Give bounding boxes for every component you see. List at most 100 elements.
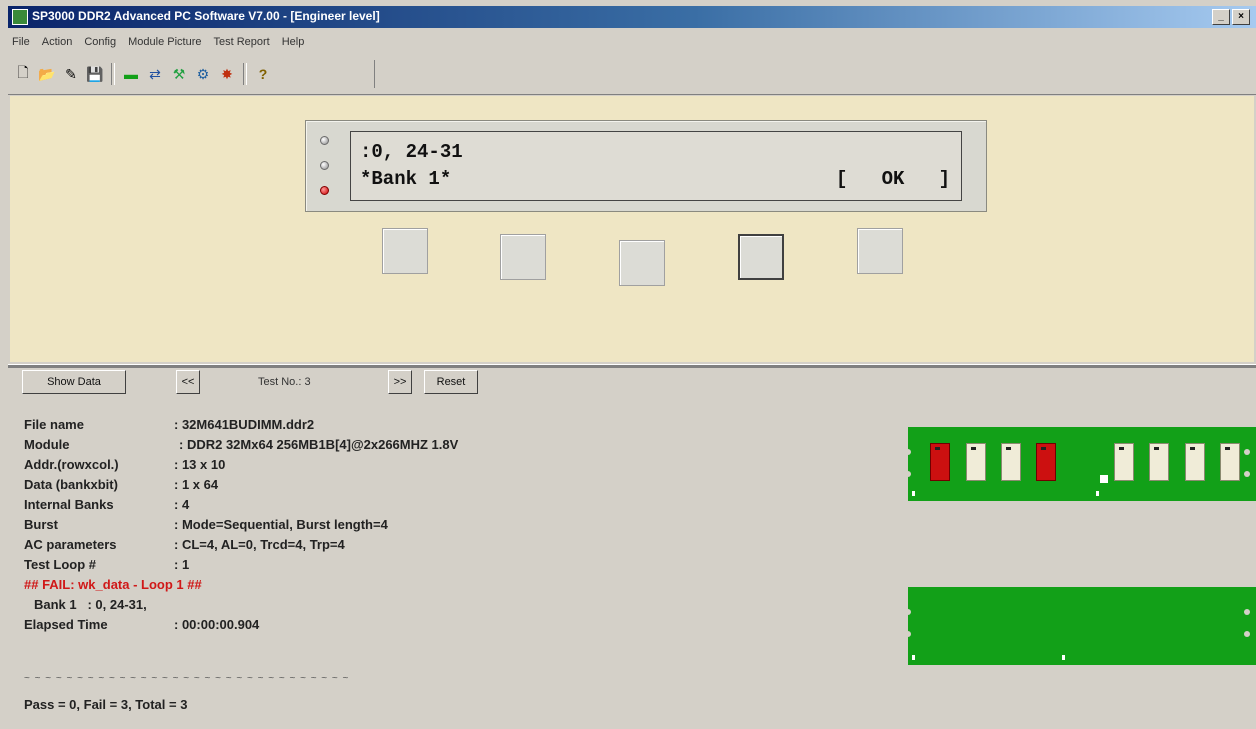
info-row-elapsed-time: Elapsed Time : 00:00:00.904	[24, 615, 259, 635]
led-2-icon	[320, 161, 329, 170]
window-controls: _ ×	[1212, 9, 1250, 25]
info-row-data: Data (bankxbit) : 1 x 64	[24, 475, 218, 495]
save-icon[interactable]: 💾	[84, 63, 106, 85]
info-label: AC parameters	[24, 537, 117, 552]
info-label: Module	[24, 437, 70, 452]
lcd-line-1: :0, 24-31	[360, 141, 463, 163]
edge-marker	[1062, 655, 1065, 660]
dimm-module-back[interactable]	[905, 587, 1256, 665]
lcd-ok-indicator: [ OK ]	[835, 168, 950, 190]
memory-chip-u8[interactable]	[1220, 443, 1240, 481]
led-1-icon	[320, 136, 329, 145]
run-icon[interactable]: ✸	[216, 63, 238, 85]
info-row-internal-banks: Internal Banks : 4	[24, 495, 202, 515]
info-value: : 00:00:00.904	[174, 617, 260, 632]
info-value: : Mode=Sequential, Burst length=4	[174, 517, 388, 532]
edit-icon[interactable]: ✎	[60, 63, 82, 85]
device-key-1[interactable]	[382, 228, 428, 274]
memory-chip-u7[interactable]	[1185, 443, 1205, 481]
info-value: : 32M641BUDIMM.ddr2	[174, 417, 315, 432]
info-label: Data (bankxbit)	[24, 477, 118, 492]
reset-button[interactable]: Reset	[424, 370, 478, 394]
edge-marker	[912, 655, 915, 660]
app-icon	[12, 9, 28, 25]
info-label: Elapsed Time	[24, 617, 108, 632]
memory-chip-u5[interactable]	[1114, 443, 1134, 481]
window-title: SP3000 DDR2 Advanced PC Software V7.00 -…	[32, 9, 380, 23]
help-icon[interactable]: ?	[252, 63, 274, 85]
module-notch	[1244, 609, 1250, 615]
test-number: Test No.: 3	[258, 376, 311, 388]
new-file-icon[interactable]: 🗋	[12, 63, 34, 85]
module-notch	[905, 471, 911, 477]
fail-message: ## FAIL: wk_data - Loop 1 ##	[24, 577, 202, 592]
module-notch	[905, 609, 911, 615]
info-row-ac-parameters: AC parameters : CL=4, AL=0, Trcd=4, Trp=4	[24, 535, 345, 555]
toolbar: 🗋 📂 ✎ 💾 ▬ ⇄ ⚒ ⚙ ✸ ?	[12, 60, 375, 88]
info-value: : CL=4, AL=0, Trcd=4, Trp=4	[174, 537, 345, 552]
info-row-test-loop: Test Loop # : 1	[24, 555, 202, 575]
separator-line: ~ ~ ~ ~ ~ ~ ~ ~ ~ ~ ~ ~ ~ ~ ~ ~ ~ ~ ~ ~ …	[24, 673, 350, 684]
menu-module-picture[interactable]: Module Picture	[128, 36, 201, 54]
info-row-module: Module : DDR2 32Mx64 256MB1B[4]@2x266MHZ …	[24, 435, 458, 455]
minimize-button[interactable]: _	[1212, 9, 1230, 25]
menu-test-report[interactable]: Test Report	[213, 36, 269, 54]
info-value: : 1	[174, 557, 190, 572]
device-key-2[interactable]	[500, 234, 546, 280]
dimm-module-front[interactable]	[905, 427, 1256, 501]
info-row-file-name: File name : 32M641BUDIMM.ddr2	[24, 415, 314, 435]
toolbar-separator	[111, 63, 115, 85]
lcd-screen: :0, 24-31 *Bank 1* [ OK ]	[350, 131, 962, 201]
menu-bar: File Action Config Module Picture Test R…	[12, 36, 304, 54]
info-label: Addr.(rowxcol.)	[24, 457, 119, 472]
info-row-burst: Burst : Mode=Sequential, Burst length=4	[24, 515, 388, 535]
device-key-4[interactable]	[738, 234, 784, 280]
info-value: : 13 x 10	[174, 457, 226, 472]
module-icon[interactable]: ▬	[120, 63, 142, 85]
module-notch	[1244, 631, 1250, 637]
module-notch	[1244, 449, 1250, 455]
module-notch	[905, 449, 911, 455]
panel-splitter[interactable]	[8, 364, 1256, 368]
memory-chip-u4[interactable]	[1036, 443, 1056, 481]
bank-failure-line: Bank 1 : 0, 24-31,	[34, 597, 147, 612]
menu-config[interactable]: Config	[84, 36, 116, 54]
spd-chip	[1100, 475, 1108, 483]
settings-icon[interactable]: ⚙	[192, 63, 214, 85]
info-value: : 4	[174, 497, 190, 512]
edge-marker	[912, 491, 915, 496]
title-bar: SP3000 DDR2 Advanced PC Software V7.00 -…	[8, 6, 1256, 28]
led-3-icon	[320, 186, 329, 195]
transfer-icon[interactable]: ⇄	[144, 63, 166, 85]
info-value: : 1 x 64	[174, 477, 219, 492]
divider	[8, 94, 1256, 95]
test-info: File name : 32M641BUDIMM.ddr2 Module : DDR…	[24, 415, 458, 635]
device-key-5[interactable]	[857, 228, 903, 274]
info-value: : DDR2 32Mx64 256MB1B[4]@2x266MHZ 1.8V	[179, 437, 459, 452]
memory-chip-u6[interactable]	[1149, 443, 1169, 481]
info-label: Test Loop #	[24, 557, 96, 572]
memory-chip-u2[interactable]	[966, 443, 986, 481]
menu-file[interactable]: File	[12, 36, 30, 54]
previous-test-button[interactable]: <<	[176, 370, 200, 394]
tools-icon[interactable]: ⚒	[168, 63, 190, 85]
menu-help[interactable]: Help	[282, 36, 305, 54]
memory-chip-u1[interactable]	[930, 443, 950, 481]
info-label: File name	[24, 417, 84, 432]
memory-chip-u3[interactable]	[1001, 443, 1021, 481]
menu-action[interactable]: Action	[42, 36, 73, 54]
test-summary: Pass = 0, Fail = 3, Total = 3	[24, 697, 188, 712]
toolbar-separator	[243, 63, 247, 85]
edge-marker	[1096, 491, 1099, 496]
close-button[interactable]: ×	[1232, 9, 1250, 25]
next-test-button[interactable]: >>	[388, 370, 412, 394]
info-row-addr: Addr.(rowxcol.) : 13 x 10	[24, 455, 225, 475]
lcd-line-2: *Bank 1*	[360, 168, 452, 190]
module-notch	[905, 631, 911, 637]
module-notch	[1244, 471, 1250, 477]
device-key-3[interactable]	[619, 240, 665, 286]
show-data-button[interactable]: Show Data	[22, 370, 126, 394]
open-folder-icon[interactable]: 📂	[36, 63, 58, 85]
info-label: Burst	[24, 517, 58, 532]
info-label: Internal Banks	[24, 497, 114, 512]
